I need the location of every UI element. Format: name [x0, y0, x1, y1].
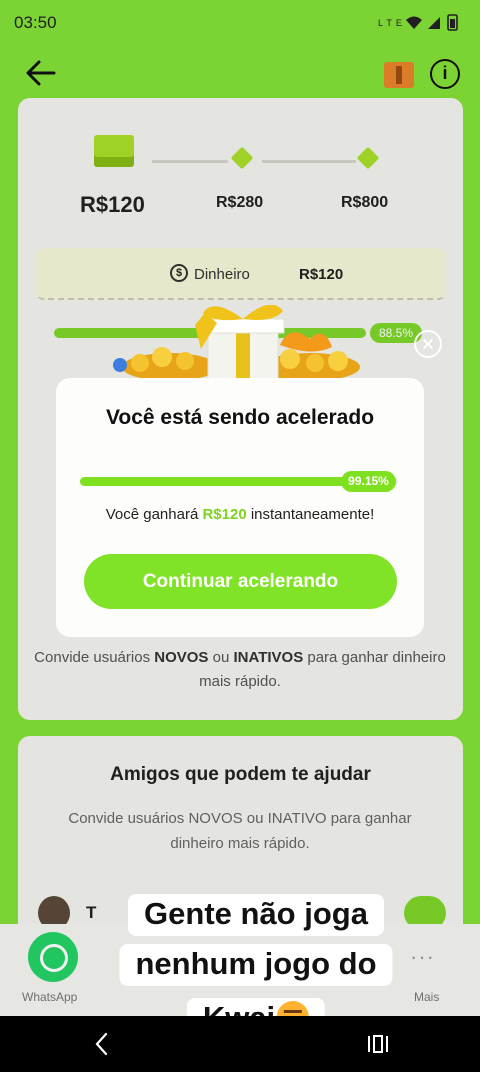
- close-icon[interactable]: [414, 330, 442, 358]
- modal-progress-percent: 99.15%: [341, 471, 396, 492]
- modal-amount: R$120: [202, 506, 247, 523]
- nav-recents-icon[interactable]: [366, 1034, 390, 1054]
- gift-box-icon: [113, 305, 360, 385]
- modal-message: Você ganhará R$120 instantaneamente!: [105, 506, 375, 523]
- continue-accelerating-button[interactable]: Continuar acelerando: [84, 554, 397, 609]
- caption-sticker: Gente não joga nenhum jogo do Kwai: [100, 894, 412, 1040]
- caption-line-2: nenhum jogo do: [119, 944, 393, 986]
- modal-title: Você está sendo acelerado: [105, 406, 375, 429]
- nav-back-icon[interactable]: [92, 1030, 112, 1058]
- system-nav-bar: [0, 1016, 480, 1072]
- acceleration-modal: Você está sendo acelerado 99.15% Você ga…: [56, 378, 424, 637]
- caption-line-1: Gente não joga: [128, 894, 384, 936]
